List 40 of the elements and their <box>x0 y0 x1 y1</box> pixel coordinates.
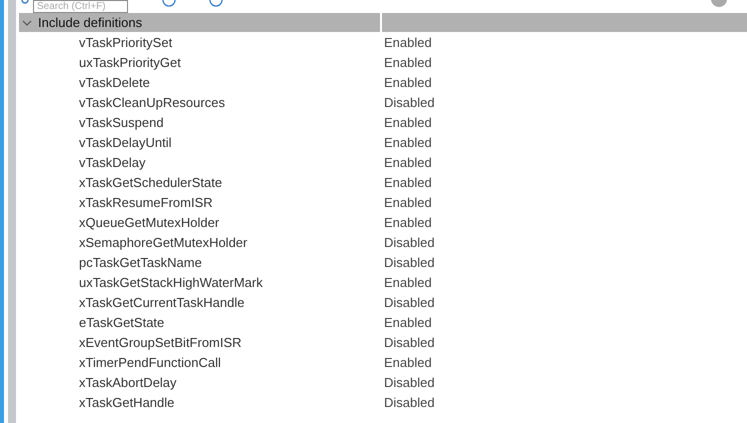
parameter-name: xEventGroupSetBitFromISR <box>78 334 243 350</box>
parameter-value[interactable]: Disabled <box>382 94 435 110</box>
parameter-value[interactable]: Enabled <box>382 354 432 370</box>
parameter-value[interactable]: Enabled <box>382 34 432 50</box>
parameter-name: vTaskCleanUpResources <box>78 94 226 110</box>
chevron-icon <box>22 20 32 26</box>
parameter-value[interactable]: Disabled <box>382 294 435 310</box>
parameter-name: vTaskDelete <box>78 74 151 90</box>
parameter-name: xTaskGetHandle <box>78 394 176 410</box>
parameter-value[interactable]: Disabled <box>382 254 435 270</box>
parameter-value[interactable]: Enabled <box>382 274 432 290</box>
parameter-name: eTaskGetState <box>78 314 166 330</box>
parameter-value[interactable]: Enabled <box>382 314 432 330</box>
parameter-name: uxTaskGetStackHighWaterMark <box>78 274 264 290</box>
search-field[interactable]: Search (Ctrl+F) <box>33 0 128 13</box>
parameter-name: xTaskGetCurrentTaskHandle <box>78 294 246 310</box>
parameter-value[interactable]: Disabled <box>382 374 435 390</box>
parameter-name: vTaskDelayUntil <box>78 134 172 150</box>
parameter-value[interactable]: Enabled <box>382 54 432 70</box>
parameter-name: vTaskSuspend <box>78 114 165 130</box>
parameter-value[interactable]: Disabled <box>382 234 435 250</box>
parameter-value[interactable]: Enabled <box>382 154 432 170</box>
parameter-name: vTaskPrioritySet <box>78 34 174 50</box>
parameter-value[interactable]: Enabled <box>382 134 432 150</box>
parameter-value[interactable]: Enabled <box>382 174 432 190</box>
parameter-name: xQueueGetMutexHolder <box>78 214 220 230</box>
parameter-value[interactable]: Disabled <box>382 334 435 350</box>
parameter-name: uxTaskPriorityGet <box>78 54 182 70</box>
parameter-name: vTaskDelay <box>78 154 146 170</box>
parameter-value[interactable]: Enabled <box>382 194 432 210</box>
parameter-name: xTimerPendFunctionCall <box>78 354 222 370</box>
parameter-name: xTaskResumeFromISR <box>78 194 214 210</box>
parameter-name: xSemaphoreGetMutexHolder <box>78 234 248 250</box>
parameter-value[interactable]: Enabled <box>382 114 432 130</box>
parameter-value[interactable]: Disabled <box>382 394 435 410</box>
parameter-name: xTaskGetSchedulerState <box>78 174 224 190</box>
parameter-name: xTaskAbortDelay <box>78 374 178 390</box>
parameter-value[interactable]: Enabled <box>382 74 432 90</box>
parameter-name: pcTaskGetTaskName <box>78 254 203 270</box>
parameter-value[interactable]: Enabled <box>382 214 432 230</box>
